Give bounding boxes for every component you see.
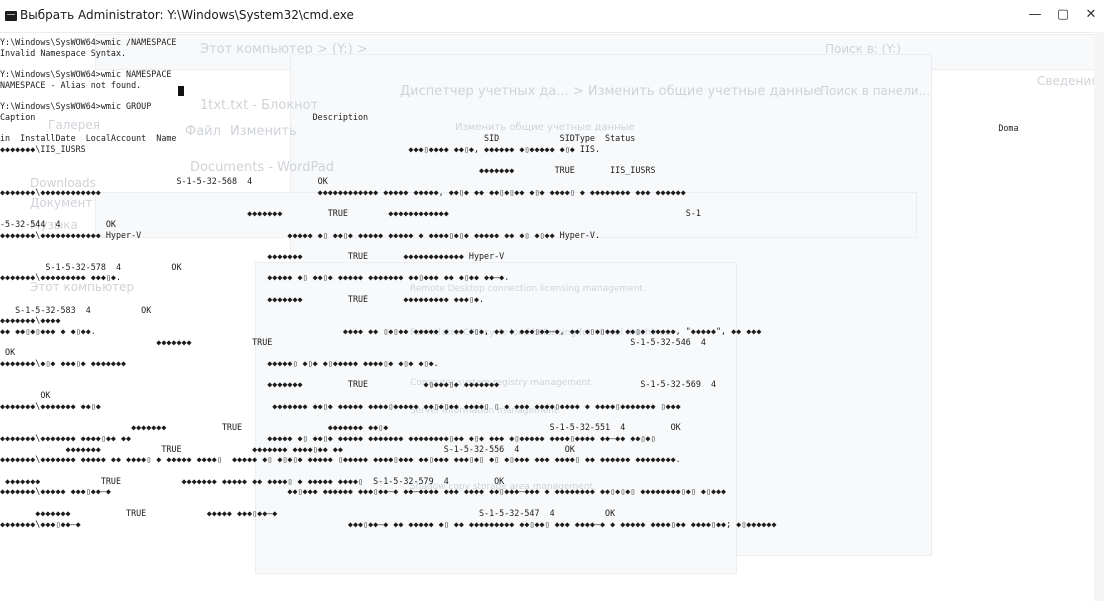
console-line: ◆◆◆◆◆◆◆ TRUE ◆◆◆◆◆◆◆◆◆◆◆◆ Hyper-V	[0, 251, 505, 261]
console-line: ◆◆◆◆◆◆◆ TRUE ◆◆◆◆◆ ◆◆◆▯◆◆–◆ S-1-5-32-547…	[0, 507, 616, 518]
console-line: ◆◆◆◆◆◆◆ TRUE ◆◆◆◆◆◆◆◆◆◆◆◆ S-1	[0, 208, 701, 219]
vertical-scrollbar[interactable]	[1094, 32, 1104, 601]
console-line: ◆◆◆◆◆◆◆\◆◆◆◆	[0, 315, 61, 326]
console-line: ◆◆◆◆◆◆◆ TRUE ◆◆◆◆◆◆◆ ◆◆▯◆ S-1-5-32-551 4…	[0, 422, 681, 433]
console-line: ◆◆◆◆◆◆◆\◆◆◆◆◆◆◆ ◆◆▯◆ ◆◆◆◆◆◆◆ ◆◆▯◆ ◆◆◆◆◆ …	[0, 400, 681, 411]
console-line: NAMESPACE - Alias not found.	[0, 79, 142, 90]
console-line: OK	[0, 390, 51, 401]
close-button[interactable]: ✕	[1068, 0, 1104, 32]
console-line: Doma	[0, 122, 1019, 133]
console-line: S-1-5-32-583 4 OK	[0, 304, 152, 315]
console-line: Invalid Namespace Syntax.	[0, 47, 127, 58]
console-line: ◆◆◆◆◆◆◆\◆◆◆◆◆◆◆ ◆◆◆◆▯◆◆ ◆◆ ◆◆◆◆◆ ◆▯ ◆◆▯◆…	[0, 432, 656, 443]
console-line: S-1-5-32-578 4 OK	[0, 261, 182, 272]
console-line: ◆◆◆◆◆◆◆\◆◆◆◆◆◆◆ ◆◆◆◆◆ ◆◆ ◆◆◆◆▯ ◆ ◆◆◆◆◆ ◆…	[0, 454, 681, 465]
console-line: Y:\Windows\SysWOW64>wmic GROUP	[0, 101, 152, 112]
console-line: ◆◆◆◆◆◆◆\◆◆◆◆◆◆◆◆◆ ◆◆◆▯◆. ◆◆◆◆◆ ◆▯ ◆◆▯◆ ◆…	[0, 272, 510, 283]
console-line: ◆◆◆◆◆◆◆\IIS_IUSRS ◆◆◆▯◆◆◆◆ ◆◆▯◆, ◆◆◆◆◆◆ …	[0, 144, 601, 154]
console-line: -5-32-544 4 OK	[0, 218, 116, 229]
console-line: ◆◆◆◆◆◆◆ TRUE ◆◆◆◆◆◆◆ ◆◆◆◆◆ ◆◆ ◆◆◆◆▯ ◆ ◆◆…	[0, 475, 505, 486]
console-line: Caption Description	[0, 111, 369, 122]
title-bar[interactable]: Выбрать Administrator: Y:\Windows\System…	[0, 0, 1104, 33]
text-cursor	[178, 86, 184, 96]
console-line: Y:\Windows\SysWOW64>wmic NAMESPACE	[0, 69, 172, 80]
console-line: ◆◆◆◆◆◆◆\◆◆◆◆◆◆◆◆◆◆◆◆ Hyper-V ◆◆◆◆◆ ◆▯ ◆◆…	[0, 229, 601, 240]
console-line: ◆◆◆◆◆◆◆\◆◆◆◆◆ ◆◆◆▯◆◆–◆ ◆◆▯◆◆◆ ◆◆◆◆◆◆ ◆◆◆…	[0, 486, 727, 497]
console-line: S-1-5-32-568 4 OK	[0, 176, 328, 187]
console-line: ◆◆◆◆◆◆◆\◆▯◆ ◆◆◆▯◆ ◆◆◆◆◆◆◆ ◆◆◆◆◆▯ ◆▯◆ ◆▯◆…	[0, 358, 439, 368]
console-line: ◆◆◆◆◆◆◆ TRUE IIS_IUSRS	[0, 165, 656, 176]
console-output[interactable]: Y:\Windows\SysWOW64>wmic /NAMESPACE Inval…	[0, 32, 1104, 601]
console-line: ◆◆◆◆◆◆◆ TRUE ◆▯◆◆◆▯◆ ◆◆◆◆◆◆◆ S-1-5-32-56…	[0, 379, 716, 390]
console-line: ◆◆ ◆◆▯◆▯◆◆◆ ◆ ◆▯◆◆. ◆◆◆◆ ◆◆ ▯◆▯◆◆ ◆◆◆◆◆ …	[0, 325, 762, 336]
console-line: in InstallDate LocalAccount Name SID SID…	[0, 133, 636, 144]
console-line: ◆◆◆◆◆◆◆ TRUE S-1-5-32-546 4	[0, 336, 706, 347]
console-line: Y:\Windows\SysWOW64>wmic /NAMESPACE	[0, 37, 177, 47]
cmd-icon	[5, 11, 17, 21]
console-line: ◆◆◆◆◆◆◆ TRUE ◆◆◆◆◆◆◆ ◆◆◆◆▯◆◆ ◆◆ S-1-5-32…	[0, 443, 575, 454]
console-line: ◆◆◆◆◆◆◆\◆◆◆◆◆◆◆◆◆◆◆◆ ◆◆◆◆◆◆◆◆◆◆◆◆ ◆◆◆◆◆ …	[0, 186, 686, 197]
console-line: ◆◆◆◆◆◆◆\◆◆◆▯◆◆–◆ ◆◆◆▯◆◆–◆ ◆◆ ◆◆◆◆◆ ◆▯ ◆◆…	[0, 518, 777, 529]
console-line: ◆◆◆◆◆◆◆ TRUE ◆◆◆◆◆◆◆◆◆ ◆◆◆▯◆.	[0, 293, 485, 304]
console-line: OK	[0, 347, 16, 358]
window-title: Выбрать Administrator: Y:\Windows\System…	[20, 8, 354, 22]
